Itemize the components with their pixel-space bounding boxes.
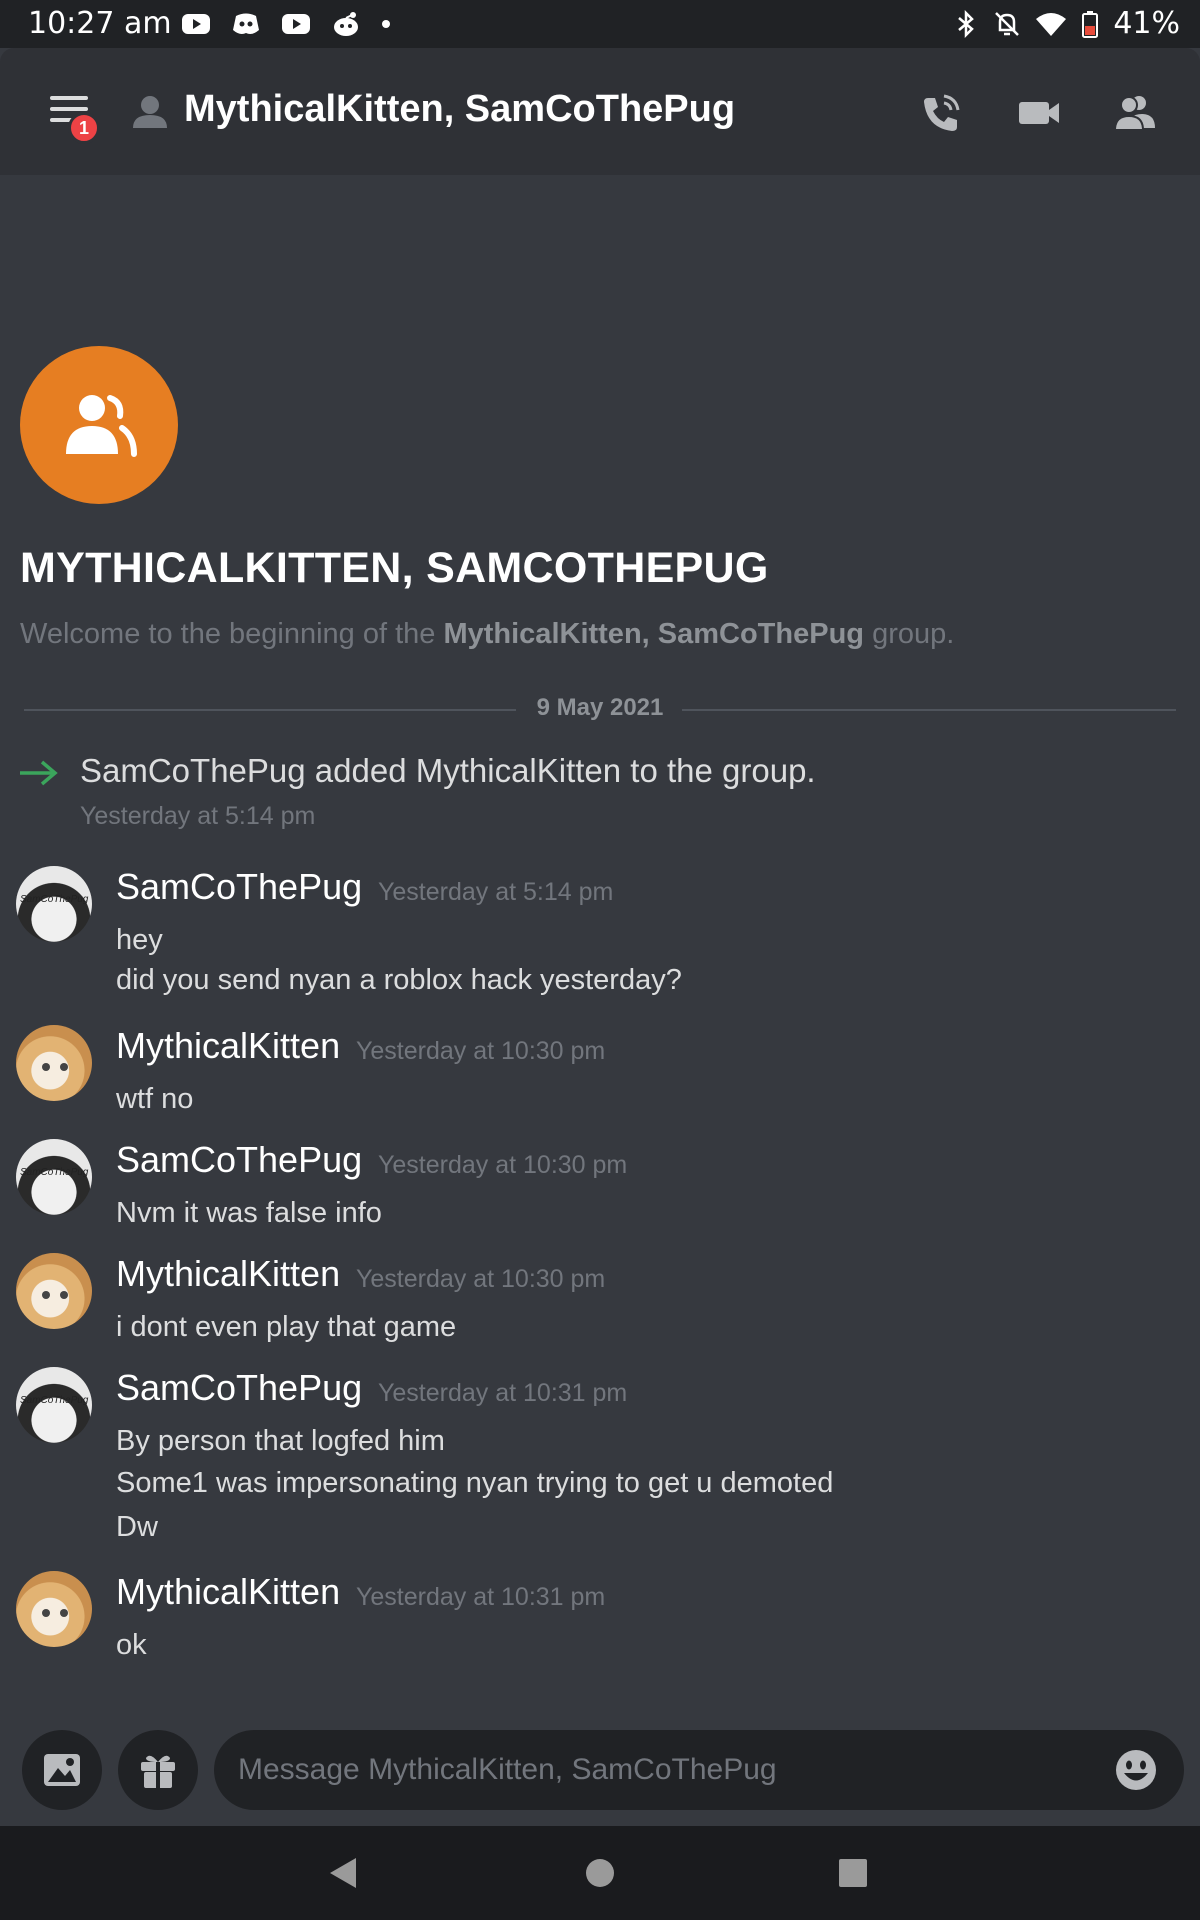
youtube-icon	[182, 14, 210, 34]
avatar-mythicalkitten[interactable]	[16, 1253, 92, 1329]
message-author[interactable]: SamCoThePug	[116, 1367, 362, 1409]
avatar-caption: SamCoThePug	[20, 1167, 89, 1178]
avatar-mythicalkitten[interactable]	[16, 1025, 92, 1101]
video-icon[interactable]	[1016, 90, 1062, 136]
youtube-icon	[282, 14, 310, 34]
gift-button[interactable]	[118, 1730, 198, 1810]
reddit-icon	[334, 12, 358, 36]
message-text: Dw	[116, 1511, 158, 1543]
home-icon[interactable]	[573, 1846, 627, 1900]
message-text: Nvm it was false info	[116, 1197, 382, 1229]
avatar-samcothepug[interactable]: SamCoThePug	[16, 1367, 92, 1443]
discord-icon	[233, 13, 259, 34]
message-text: i dont even play that game	[116, 1311, 457, 1343]
message-author[interactable]: SamCoThePug	[116, 866, 362, 908]
welcome-suffix: group.	[864, 618, 955, 650]
battery-percent: 41%	[1113, 6, 1180, 41]
members-icon[interactable]	[1112, 90, 1158, 136]
message-timestamp: Yesterday at 10:30 pm	[356, 1265, 606, 1293]
message-text: ok	[116, 1629, 147, 1661]
member-join-arrow-icon	[20, 760, 58, 786]
message-author[interactable]: MythicalKitten	[116, 1571, 340, 1613]
message-text: wtf no	[116, 1083, 194, 1115]
message-input[interactable]	[238, 1750, 1058, 1790]
message-author[interactable]: MythicalKitten	[116, 1253, 340, 1295]
message-timestamp: Yesterday at 5:14 pm	[378, 878, 614, 906]
wifi-icon	[1036, 12, 1067, 36]
image-icon	[44, 1754, 80, 1786]
message-timestamp: Yesterday at 10:30 pm	[356, 1037, 606, 1065]
message-text: did you send nyan a roblox hack yesterda…	[116, 964, 682, 996]
status-time: 10:27 am	[28, 6, 172, 41]
menu-button[interactable]: 1	[50, 94, 100, 144]
notification-icons	[180, 10, 392, 38]
notification-badge: 1	[68, 112, 100, 144]
battery-icon	[1082, 10, 1099, 38]
message-composer	[214, 1730, 1184, 1810]
date-divider: 9 May 2021	[24, 694, 1176, 734]
system-navigation-bar	[0, 1826, 1200, 1920]
channel-header: 1 MythicalKitten, SamCoThePug	[0, 48, 1200, 175]
channel-title: MythicalKitten, SamCoThePug	[184, 88, 736, 130]
attach-image-button[interactable]	[22, 1730, 102, 1810]
dot-icon	[382, 20, 390, 28]
message-text: By person that logfed him	[116, 1425, 445, 1457]
message-author[interactable]: MythicalKitten	[116, 1025, 340, 1067]
welcome-text: Welcome to the beginning of the Mythical…	[20, 618, 954, 651]
bell-off-icon	[995, 11, 1020, 36]
recents-icon[interactable]	[826, 1846, 880, 1900]
gift-icon	[141, 1755, 175, 1788]
message-timestamp: Yesterday at 10:31 pm	[356, 1583, 606, 1611]
system-icons: 41%	[953, 6, 1180, 41]
phone-icon[interactable]	[918, 90, 964, 136]
welcome-group-name: MythicalKitten, SamCoThePug	[443, 618, 865, 650]
avatar-samcothepug[interactable]: SamCoThePug	[16, 1139, 92, 1215]
group-avatar	[20, 346, 178, 504]
message-timestamp: Yesterday at 10:31 pm	[378, 1379, 628, 1407]
dm-person-icon	[133, 96, 167, 128]
message-text: Some1 was impersonating nyan trying to g…	[116, 1467, 834, 1499]
avatar-samcothepug[interactable]: SamCoThePug	[16, 866, 92, 942]
welcome-prefix: Welcome to the beginning of the	[20, 618, 444, 650]
emoji-icon[interactable]	[1114, 1748, 1158, 1792]
group-name-heading: MYTHICALKITTEN, SAMCOTHEPUG	[20, 544, 769, 592]
message-author[interactable]: SamCoThePug	[116, 1139, 362, 1181]
group-icon	[66, 395, 137, 457]
avatar-mythicalkitten[interactable]	[16, 1571, 92, 1647]
message-text: hey	[116, 924, 163, 956]
system-message-text: SamCoThePug added MythicalKitten to the …	[80, 752, 816, 789]
message-timestamp: Yesterday at 10:30 pm	[378, 1151, 628, 1179]
avatar-caption: SamCoThePug	[20, 894, 89, 905]
avatar-caption: SamCoThePug	[20, 1395, 89, 1406]
divider-date: 9 May 2021	[522, 694, 678, 721]
bluetooth-icon	[958, 9, 975, 38]
back-icon[interactable]	[318, 1846, 372, 1900]
status-bar: 10:27 am 41%	[0, 0, 1200, 48]
system-message-time: Yesterday at 5:14 pm	[80, 802, 316, 830]
